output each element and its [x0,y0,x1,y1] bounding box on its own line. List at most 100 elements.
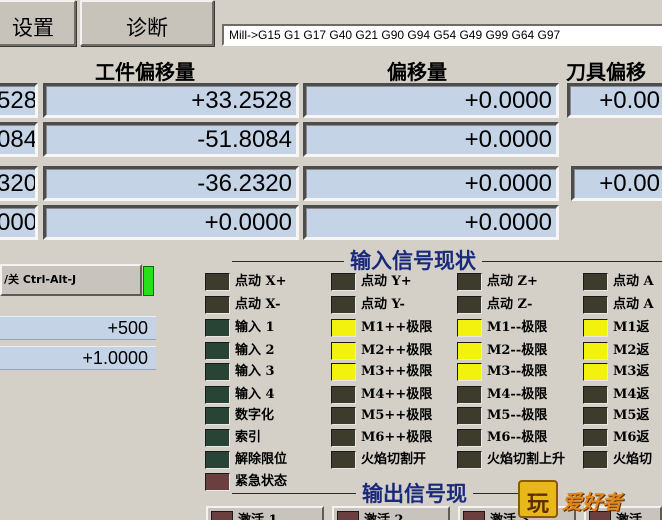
input-signal-led [331,273,356,291]
input-signal-led [583,273,608,291]
input-signal-led [205,386,230,404]
watermark-badge: 玩 [518,480,558,518]
input-signal-label: M6返 [613,430,650,445]
input-signal-label: 点动 Z+ [487,274,538,289]
input-signal-led [457,429,482,447]
output-1-label: 激活 1 [238,509,278,520]
input-signal-label: 火焰切割上升 [487,452,566,467]
settings-button-label: 设置 [12,16,54,40]
jog-rate-value[interactable]: +500 [0,316,156,340]
input-signal-label: 点动 X+ [235,274,287,289]
input-signal-led [205,342,230,360]
output-2-led [337,511,359,520]
input-signal-label: 输入 3 [235,364,275,379]
input-signal-led [205,429,230,447]
input-signal-led [205,451,230,469]
row1-tool-offset[interactable]: +0.00 [567,83,662,118]
input-signal-led [457,386,482,404]
input-signal-led [331,296,356,314]
input-signal-label: 输入 4 [235,387,275,402]
input-signal-label: 点动 A [613,297,654,312]
settings-button[interactable]: 设置 [0,0,76,46]
input-signal-label: M5--极限 [487,408,548,423]
row3-work-offset[interactable]: -36.2320 [43,166,299,201]
input-signal-label: M4返 [613,387,650,402]
output-section-title: 输出信号现 [356,478,473,508]
input-signal-led [205,273,230,291]
input-signal-led [583,386,608,404]
gcode-state-field: Mill->G15 G1 G17 G40 G21 G90 G94 G54 G49… [222,24,662,46]
input-signal-label: M5返 [613,408,650,423]
row2-offset[interactable]: +0.0000 [303,122,559,157]
input-signal-label: 紧急状态 [235,474,288,489]
input-signal-label: 火焰切割开 [361,452,427,467]
input-signal-label: M6++极限 [361,430,433,445]
input-signal-label: M4--极限 [487,387,548,402]
input-signal-label: M3++极限 [361,364,433,379]
input-signal-led [205,319,230,337]
output-activate-1-button[interactable]: 激活 1 [206,506,324,520]
jog-active-led [143,266,154,296]
row2-work-offset[interactable]: -51.8084 [43,122,299,157]
input-signal-led [583,342,608,360]
input-signal-label: M4++极限 [361,387,433,402]
input-signal-led [331,429,356,447]
row1-left-value[interactable]: 528 [0,83,38,118]
input-signal-label: 点动 Y- [361,297,405,312]
input-signal-led [331,407,356,425]
row4-left-value[interactable]: 000 [0,205,38,240]
input-signal-led [331,386,356,404]
input-signal-label: M2++极限 [361,343,433,358]
input-signal-led [583,451,608,469]
input-section-title: 输入信号现状 [344,245,482,275]
input-signal-led [205,296,230,314]
input-signal-label: M2返 [613,343,650,358]
row3-offset[interactable]: +0.0000 [303,166,559,201]
input-signal-led [583,319,608,337]
input-signal-label: 点动 X- [235,297,281,312]
input-signal-label: M1--极限 [487,320,548,335]
input-signal-label: 点动 Z- [487,297,533,312]
input-signal-led [457,273,482,291]
output-3-led [463,511,485,520]
input-signal-led [583,407,608,425]
row3-tool-offset[interactable]: +0.00 [571,166,662,201]
tool-offset-header: 刀具偏移 [566,60,646,84]
offset-header: 偏移量 [387,60,447,84]
input-signal-label: 输入 2 [235,343,275,358]
input-signal-label: M1返 [613,320,650,335]
input-signal-led [457,407,482,425]
row4-work-offset[interactable]: +0.0000 [43,205,299,240]
row1-work-offset[interactable]: +33.2528 [43,83,299,118]
input-signal-led [457,363,482,381]
input-signal-led [457,319,482,337]
input-signal-label: 点动 Y+ [361,274,412,289]
input-signal-led [205,407,230,425]
row3-left-value[interactable]: 320 [0,166,38,201]
jog-step-value[interactable]: +1.0000 [0,346,156,370]
diagnostics-button-label: 诊断 [126,16,168,40]
input-signal-led [457,296,482,314]
input-signal-label: M3--极限 [487,364,548,379]
input-signal-label: 点动 A [613,274,654,289]
jog-toggle-button[interactable]: /关 Ctrl-Alt-J [0,264,142,296]
work-offset-header: 工件偏移量 [95,60,195,84]
input-signal-label: 火焰切 [613,452,653,467]
input-signal-led [205,363,230,381]
input-signal-led [331,342,356,360]
input-signal-label: M5++极限 [361,408,433,423]
row1-offset[interactable]: +0.0000 [303,83,559,118]
input-signal-led [583,363,608,381]
input-signal-label: M6--极限 [487,430,548,445]
output-activate-2-button[interactable]: 激活 2 [332,506,450,520]
input-signal-led [457,451,482,469]
input-signal-led [205,473,230,491]
input-signal-led [583,296,608,314]
input-signal-led [331,363,356,381]
output-2-label: 激活 2 [364,509,404,520]
row2-left-value[interactable]: 084 [0,122,38,157]
input-signal-led [457,342,482,360]
input-signal-led [583,429,608,447]
diagnostics-button[interactable]: 诊断 [80,0,214,46]
row4-offset[interactable]: +0.0000 [303,205,559,240]
